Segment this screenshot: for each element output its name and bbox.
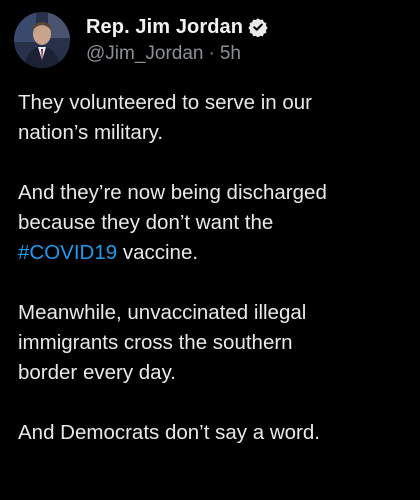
verified-badge-icon	[248, 17, 268, 38]
tweet-paragraph: And Democrats don’t say a word.	[18, 418, 414, 448]
separator-dot: ·	[208, 43, 215, 64]
tweet-card: Rep. Jim Jordan @Jim_Jordan · 5h They vo…	[0, 0, 420, 500]
tweet-paragraph: They volunteered to serve in our nation’…	[18, 88, 414, 148]
author-display-name[interactable]: Rep. Jim Jordan	[86, 16, 243, 39]
tweet-text: They volunteered to serve in our nation’…	[18, 88, 414, 478]
tweet-line: nation’s military.	[18, 121, 164, 144]
handle-row: @Jim_Jordan · 5h	[86, 42, 268, 66]
author-handle[interactable]: @Jim_Jordan	[86, 43, 204, 65]
profile-avatar[interactable]	[14, 12, 70, 68]
tweet-timestamp[interactable]: 5h	[220, 43, 241, 65]
tweet-line: And Democrats don’t say a word.	[18, 421, 320, 444]
author-info: Rep. Jim Jordan @Jim_Jordan · 5h	[86, 14, 268, 66]
tweet-line: #COVID19 vaccine.	[18, 238, 414, 268]
hashtag-link[interactable]: #COVID19	[18, 241, 117, 264]
tweet-line: immigrants cross the southern	[18, 331, 293, 354]
name-row: Rep. Jim Jordan	[86, 14, 268, 40]
tweet-line: because they don’t want the	[18, 211, 274, 234]
tweet-paragraph: And they’re now being discharged because…	[18, 178, 414, 268]
tweet-line: Meanwhile, unvaccinated illegal	[18, 301, 307, 324]
tweet-header: Rep. Jim Jordan @Jim_Jordan · 5h	[14, 12, 268, 68]
tweet-line: border every day.	[18, 361, 177, 384]
avatar-image	[14, 12, 70, 68]
tweet-line: They volunteered to serve in our	[18, 91, 312, 114]
tweet-line: And they’re now being discharged	[18, 181, 327, 204]
tweet-paragraph: Meanwhile, unvaccinated illegal immigran…	[18, 298, 414, 388]
tweet-line-text: vaccine.	[117, 241, 199, 264]
